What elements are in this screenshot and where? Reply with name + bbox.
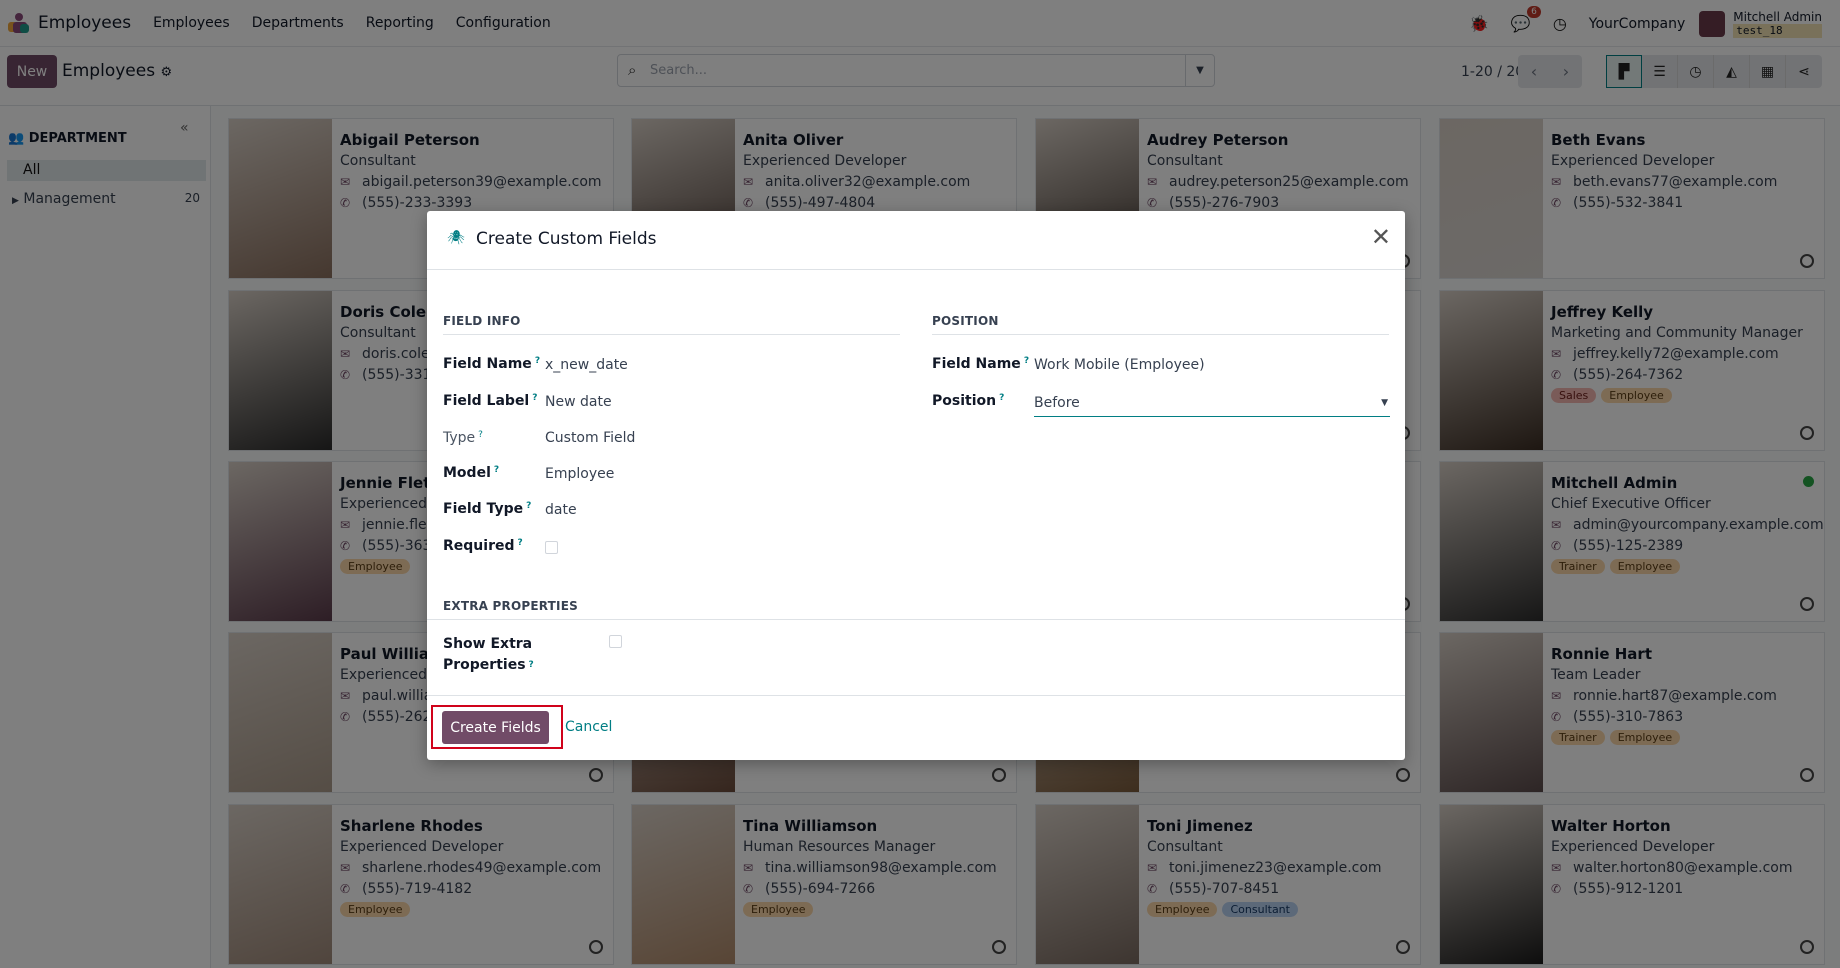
position-field-name-value: Work Mobile (Employee) [1034,357,1205,373]
create-custom-fields-dialog: 🕷 Create Custom Fields ✕ FIELD INFO POSI… [427,211,1405,760]
dialog-footer-divider [427,695,1405,696]
field-name-label: Field Name? [443,356,541,372]
field-info-heading: FIELD INFO [443,314,900,335]
position-select[interactable]: Before ▼ [1034,392,1390,417]
required-checkbox[interactable] [545,541,558,554]
position-field-name-label: Field Name? [932,356,1030,372]
close-icon[interactable]: ✕ [1371,223,1391,251]
show-extra-properties-label: Show Extra Properties? [443,636,534,673]
dialog-header: 🕷 Create Custom Fields ✕ [427,211,1405,270]
bug-icon: 🕷 [447,230,465,246]
field-label-value: New date [545,394,612,410]
dialog-title: Create Custom Fields [476,229,657,249]
field-type-label: Field Type? [443,501,532,517]
field-type-value: date [545,502,577,518]
type-label: Type? [443,430,483,446]
model-value: Employee [545,466,615,482]
show-extra-properties-checkbox[interactable] [609,635,622,648]
required-label: Required? [443,538,523,554]
field-label-label: Field Label? [443,393,538,409]
extra-properties-heading: EXTRA PROPERTIES [427,599,1405,620]
position-heading: POSITION [932,314,1389,335]
position-label: Position? [932,393,1005,409]
create-fields-button[interactable]: Create Fields [442,711,549,744]
cancel-button[interactable]: Cancel [565,719,612,735]
model-label: Model? [443,465,500,481]
caret-down-icon: ▼ [1381,398,1388,408]
position-select-value: Before [1034,395,1080,411]
type-value: Custom Field [545,430,636,446]
field-name-value: x_new_date [545,357,628,373]
